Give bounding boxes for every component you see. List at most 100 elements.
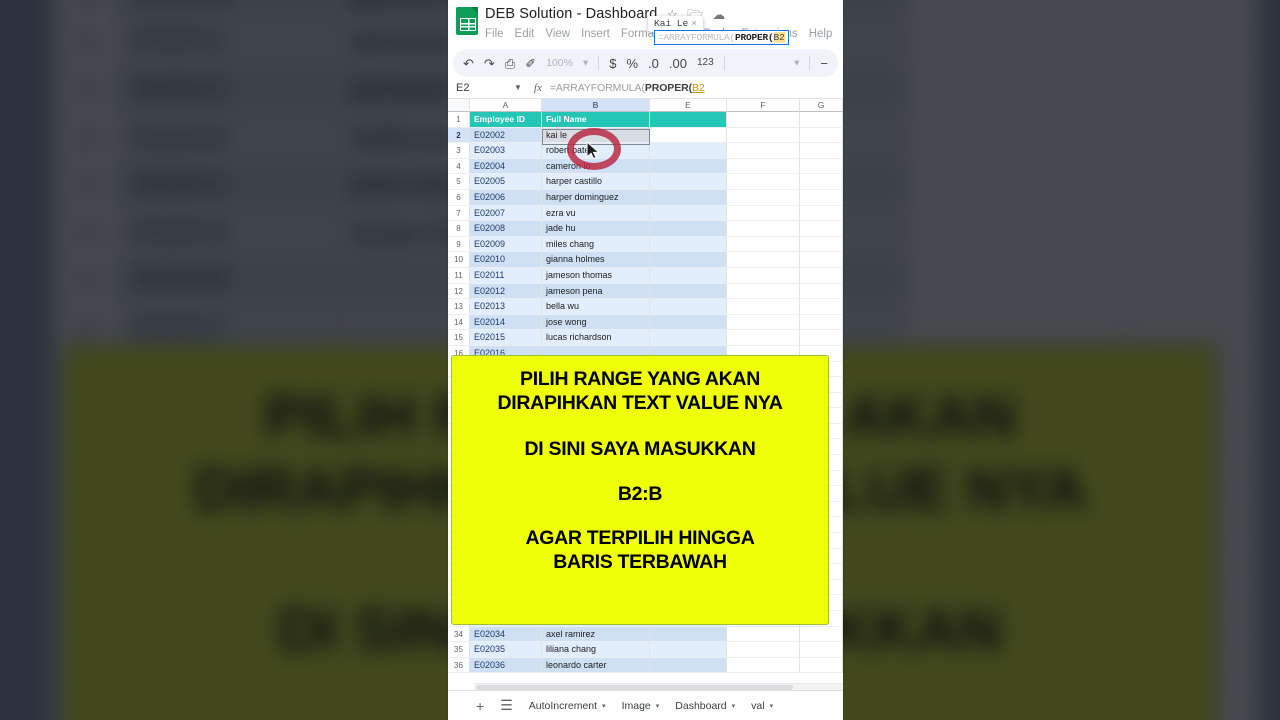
cell-full-name[interactable]: miles chang — [542, 236, 650, 253]
zoom-level-select[interactable]: 100% — [546, 57, 573, 69]
decrease-decimal-button[interactable]: .0 — [648, 57, 659, 70]
row-number[interactable]: 36 — [448, 657, 470, 674]
name-box[interactable]: E2 — [456, 82, 514, 94]
cell-employee-id[interactable]: E02011 — [470, 267, 542, 284]
row-number[interactable]: 34 — [448, 626, 470, 643]
cell-column-e[interactable] — [650, 158, 727, 175]
cell-column-e[interactable] — [650, 221, 727, 237]
select-all-corner[interactable] — [448, 99, 470, 112]
row-number[interactable]: 12 — [448, 283, 470, 300]
all-sheets-button[interactable]: ☰ — [500, 697, 513, 714]
row-number[interactable]: 15 — [448, 330, 470, 346]
cell-full-name[interactable]: cameron lo — [542, 158, 650, 175]
horizontal-scrollbar[interactable] — [474, 683, 843, 690]
font-size-decrease-icon[interactable]: − — [820, 57, 828, 70]
cell-column-g[interactable] — [800, 642, 843, 658]
cell-full-name[interactable]: jameson thomas — [542, 267, 650, 284]
undo-icon[interactable]: ↶ — [463, 57, 474, 70]
menu-edit[interactable]: Edit — [515, 27, 535, 42]
cell-column-e[interactable] — [650, 657, 727, 674]
cell-column-e[interactable] — [650, 626, 727, 643]
cell-column-g[interactable] — [800, 143, 843, 159]
name-box-caret-icon[interactable]: ▼ — [514, 83, 522, 92]
cell-full-name[interactable]: gianna holmes — [542, 252, 650, 268]
menu-help[interactable]: Help — [809, 27, 833, 42]
cell-full-name[interactable]: jade hu — [542, 221, 650, 237]
table-row[interactable]: 4 E02004 cameron lo — [448, 158, 843, 175]
column-header-g[interactable]: G — [800, 99, 843, 112]
row-number[interactable]: 1 — [448, 112, 470, 128]
table-row[interactable]: 9 E02009 miles chang — [448, 236, 843, 253]
cloud-saved-icon[interactable]: ☁ — [712, 8, 725, 21]
row-number[interactable]: 3 — [448, 143, 470, 159]
table-row[interactable]: 8 E02008 jade hu — [448, 221, 843, 237]
cell-column-e[interactable] — [650, 314, 727, 331]
cell-full-name[interactable]: ezra vu — [542, 205, 650, 222]
row-number[interactable]: 35 — [448, 642, 470, 658]
row-number[interactable]: 9 — [448, 236, 470, 253]
cell-full-name[interactable]: robert patel — [542, 143, 650, 159]
chevron-down-icon[interactable]: ▾ — [656, 702, 660, 710]
currency-format-button[interactable]: $ — [609, 57, 616, 70]
table-row[interactable]: 35 E02035 liliana chang — [448, 642, 843, 658]
cell-column-f[interactable] — [727, 299, 800, 315]
percent-format-button[interactable]: % — [627, 57, 639, 70]
more-formats-button[interactable]: 123 — [697, 58, 714, 68]
table-row[interactable]: 34 E02034 axel ramirez — [448, 626, 843, 643]
table-row[interactable]: 10E02010gianna holmes — [448, 252, 843, 268]
cell-column-f[interactable] — [727, 143, 800, 159]
cell-column-f[interactable] — [727, 642, 800, 658]
cell-column-e[interactable] — [650, 283, 727, 300]
table-row[interactable]: 14 E02014 jose wong — [448, 314, 843, 331]
cell-employee-id[interactable]: E02010 — [470, 252, 542, 268]
cell-employee-id[interactable]: E02002 — [470, 127, 542, 144]
cell-column-f[interactable] — [727, 127, 800, 144]
table-row[interactable]: 2 E02002 kai le — [448, 127, 843, 144]
cell-employee-id[interactable]: E02006 — [470, 189, 542, 206]
cell-employee-id[interactable]: E02013 — [470, 299, 542, 315]
row-number[interactable]: 5 — [448, 174, 470, 190]
cell-full-name[interactable]: jose wong — [542, 314, 650, 331]
cell-column-e[interactable] — [650, 205, 727, 222]
row-number[interactable]: 4 — [448, 158, 470, 175]
cell-employee-id[interactable]: E02005 — [470, 174, 542, 190]
table-row[interactable]: 5 E02005 harper castillo — [448, 174, 843, 190]
toolbar-overflow-caret-icon[interactable]: ▾ — [794, 57, 799, 69]
cell-column-g[interactable] — [800, 221, 843, 237]
redo-icon[interactable]: ↷ — [484, 57, 495, 70]
cell-column-g[interactable] — [800, 626, 843, 643]
cell-employee-id[interactable]: E02004 — [470, 158, 542, 175]
cell-column-f[interactable] — [727, 174, 800, 190]
table-row[interactable]: 12 E02012 jameson pena — [448, 283, 843, 300]
sheet-tab-dashboard[interactable]: Dashboard ▾ — [675, 700, 735, 712]
dismiss-autocomplete-icon[interactable]: × — [691, 18, 697, 29]
formula-input[interactable]: =ARRAYFORMULA(PROPER(B2 — [550, 82, 705, 94]
row-number[interactable]: 11 — [448, 267, 470, 284]
cell-full-name[interactable]: liliana chang — [542, 642, 650, 658]
cell-column-g[interactable] — [800, 267, 843, 284]
column-header-a[interactable]: A — [470, 99, 542, 112]
cell-column-g[interactable] — [800, 283, 843, 300]
chevron-down-icon[interactable]: ▾ — [732, 702, 736, 710]
row-number[interactable]: 10 — [448, 252, 470, 268]
cell-column-e[interactable] — [650, 299, 727, 315]
column-header-b[interactable]: B — [542, 99, 650, 112]
cell-column-e[interactable] — [650, 267, 727, 284]
cell-column-f[interactable] — [727, 158, 800, 175]
row-number[interactable]: 6 — [448, 189, 470, 206]
cell-employee-id[interactable]: E02015 — [470, 330, 542, 346]
sheet-tab-image[interactable]: Image ▾ — [622, 700, 660, 712]
menu-file[interactable]: File — [485, 27, 504, 42]
cell-column-e[interactable] — [650, 236, 727, 253]
chevron-down-icon[interactable]: ▾ — [770, 702, 774, 710]
chevron-down-icon[interactable]: ▾ — [602, 702, 606, 710]
cell-employee-id[interactable]: E02012 — [470, 283, 542, 300]
row-number[interactable]: 7 — [448, 205, 470, 222]
table-row[interactable]: 7 E02007 ezra vu — [448, 205, 843, 222]
menu-insert[interactable]: Insert — [581, 27, 610, 42]
table-row[interactable]: 6 E02006 harper dominguez — [448, 189, 843, 206]
cell-full-name[interactable]: jameson pena — [542, 283, 650, 300]
cell-column-f[interactable] — [727, 657, 800, 674]
cell-column-f[interactable] — [727, 189, 800, 206]
cell-column-g[interactable] — [800, 299, 843, 315]
